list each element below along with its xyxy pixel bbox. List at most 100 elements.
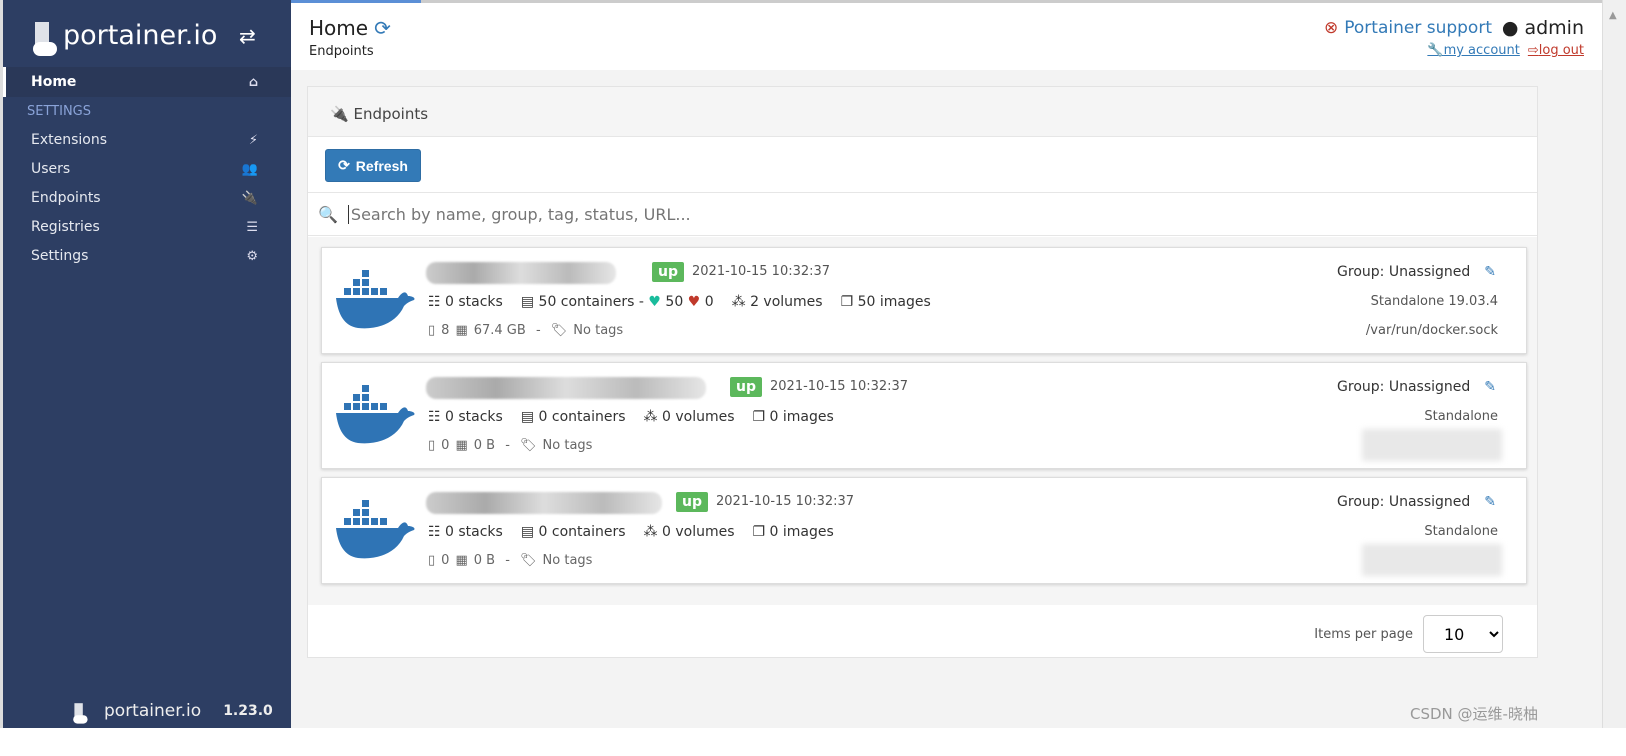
edit-icon[interactable]: ✎ xyxy=(1484,494,1496,510)
sidebar-item-registries[interactable]: Registries ☰ xyxy=(3,212,291,242)
cpu-icon: ▯ xyxy=(428,323,436,338)
clone-icon: ❐ xyxy=(752,524,766,540)
stacks-count: ☷ 0 stacks xyxy=(428,524,503,540)
tags-icon: 🏷 xyxy=(520,438,537,453)
endpoint-type: Standalone xyxy=(1424,524,1498,539)
stacks-count: ☷ 0 stacks xyxy=(428,294,503,310)
group-label: Group: Unassigned xyxy=(1337,379,1471,395)
sidebar-item-settings[interactable]: Settings ⚙ xyxy=(3,241,291,271)
docker-icon xyxy=(336,270,416,330)
endpoint-card[interactable]: up 2021-10-15 10:32:37 ☷ 0 stacks ▤ 50 c… xyxy=(321,247,1527,354)
sidebar-item-endpoints[interactable]: Endpoints 🔌 xyxy=(3,183,291,213)
endpoint-type: Standalone xyxy=(1424,409,1498,424)
cogs-icon: ⚙ xyxy=(246,248,258,264)
sidebar: portainer.io ⇄ Home ⌂ SETTINGS Extensions… xyxy=(0,0,291,728)
endpoint-url-redacted xyxy=(1362,544,1502,576)
heartbeat-icon: ♥ xyxy=(648,294,661,310)
endpoint-timestamp: 2021-10-15 10:32:37 xyxy=(770,379,909,394)
logo-text: portainer.io xyxy=(63,19,218,51)
crane-logo-icon xyxy=(33,12,59,58)
status-badge: up xyxy=(730,377,762,397)
heart-broken-icon: ♥ xyxy=(687,294,701,310)
sidebar-item-users[interactable]: Users 👥 xyxy=(3,154,291,184)
th-list-icon: ☷ xyxy=(428,524,441,540)
tags: No tags xyxy=(573,323,624,338)
sidebar-item-label: Extensions xyxy=(31,132,108,148)
endpoints-panel: 🔌 Endpoints ⟳ Refresh 🔍 up 2021-10-15 10:… xyxy=(307,86,1538,658)
bolt-icon: ⚡ xyxy=(248,132,258,148)
endpoint-name-redacted xyxy=(426,492,662,514)
scroll-up-icon[interactable]: ▲ xyxy=(1609,10,1617,21)
items-per-page-label: Items per page xyxy=(1314,626,1413,642)
volumes-count: ⁂ 2 volumes xyxy=(731,294,823,310)
server-icon: ▤ xyxy=(520,294,535,310)
life-ring-icon: ⊗ xyxy=(1324,18,1339,38)
header: Home ⟳ Endpoints ⊗ Portainer support ● adm… xyxy=(291,0,1602,70)
log-out-link[interactable]: ⇨log out xyxy=(1528,43,1584,58)
memory-icon: ▦ xyxy=(455,323,468,338)
clone-icon: ❐ xyxy=(752,409,766,425)
footer-logo-text: portainer.io xyxy=(104,701,202,721)
images-count: ❐ 50 images xyxy=(840,294,931,310)
server-icon: ▤ xyxy=(520,409,535,425)
endpoint-name-redacted xyxy=(426,377,706,399)
sidebar-item-label: Settings xyxy=(31,248,89,264)
panel-title: Endpoints xyxy=(353,105,429,123)
tags: No tags xyxy=(542,553,593,568)
endpoint-timestamp: 2021-10-15 10:32:37 xyxy=(716,494,855,509)
memory-size: 0 B xyxy=(473,438,496,453)
tags-icon: 🏷 xyxy=(520,553,537,568)
endpoint-type: Standalone 19.03.4 xyxy=(1370,294,1498,309)
refresh-button[interactable]: ⟳ Refresh xyxy=(325,149,421,182)
docker-icon xyxy=(336,500,416,560)
cpu-count: 0 xyxy=(441,553,450,568)
refresh-icon[interactable]: ⟳ xyxy=(374,16,391,40)
unhealthy-count: 0 xyxy=(704,294,714,310)
endpoint-group: Group: Unassigned ✎ xyxy=(1337,264,1496,280)
page-title: Home ⟳ xyxy=(309,16,391,40)
refresh-label: Refresh xyxy=(355,157,408,174)
database-icon: ☰ xyxy=(246,219,258,235)
version: 1.23.0 xyxy=(223,703,273,719)
sidebar-toggle-icon[interactable]: ⇄ xyxy=(239,24,256,48)
containers-count: ▤ 0 containers xyxy=(520,524,626,540)
users-icon: 👥 xyxy=(241,161,258,177)
th-list-icon: ☷ xyxy=(428,294,441,310)
endpoint-card[interactable]: up 2021-10-15 10:32:37 ☷ 0 stacks ▤ 0 co… xyxy=(321,362,1527,469)
sidebar-item-extensions[interactable]: Extensions ⚡ xyxy=(3,125,291,155)
endpoint-url-redacted xyxy=(1362,429,1502,461)
watermark: CSDN @运维-晓柚 xyxy=(1410,705,1538,723)
search-bar: 🔍 xyxy=(308,192,1537,236)
crane-logo-icon xyxy=(73,697,89,725)
plug-icon: 🔌 xyxy=(241,190,258,206)
status-badge: up xyxy=(676,492,708,512)
breadcrumb: Endpoints xyxy=(309,44,374,59)
items-per-page-select[interactable]: 10 xyxy=(1423,615,1503,653)
edit-icon[interactable]: ✎ xyxy=(1484,379,1496,395)
my-account-label: my account xyxy=(1443,43,1520,58)
portainer-support-link[interactable]: ⊗ Portainer support xyxy=(1324,18,1492,38)
containers-count: ▤ 50 containers - ♥ 50 ♥ 0 xyxy=(520,294,714,310)
sidebar-item-home[interactable]: Home ⌂ xyxy=(3,67,291,97)
endpoint-list: up 2021-10-15 10:32:37 ☷ 0 stacks ▤ 50 c… xyxy=(308,237,1537,605)
cpu-count: 8 xyxy=(441,323,450,338)
portainer-logo[interactable]: portainer.io xyxy=(33,12,217,58)
healthy-count: 50 xyxy=(665,294,684,310)
sidebar-item-label: Home xyxy=(31,74,77,90)
stacks-count: ☷ 0 stacks xyxy=(428,409,503,425)
user-circle-icon: ● xyxy=(1501,17,1519,39)
tags: No tags xyxy=(542,438,593,453)
edit-icon[interactable]: ✎ xyxy=(1484,264,1496,280)
cubes-icon: ⁂ xyxy=(643,409,658,425)
main-content: 🔌 Endpoints ⟳ Refresh 🔍 up 2021-10-15 10:… xyxy=(291,70,1602,728)
sidebar-item-label: Registries xyxy=(31,219,100,235)
search-input[interactable] xyxy=(347,204,1248,224)
endpoint-card[interactable]: up 2021-10-15 10:32:37 ☷ 0 stacks ▤ 0 co… xyxy=(321,477,1527,584)
my-account-link[interactable]: 🔧my account xyxy=(1427,43,1519,58)
docker-icon xyxy=(336,385,416,445)
panel-header: 🔌 Endpoints xyxy=(308,87,1537,137)
sidebar-footer: portainer.io 1.23.0 xyxy=(68,688,273,734)
scrollbar[interactable]: ▲ xyxy=(1602,0,1626,728)
home-icon: ⌂ xyxy=(248,74,258,90)
volumes-count: ⁂ 0 volumes xyxy=(643,524,735,540)
